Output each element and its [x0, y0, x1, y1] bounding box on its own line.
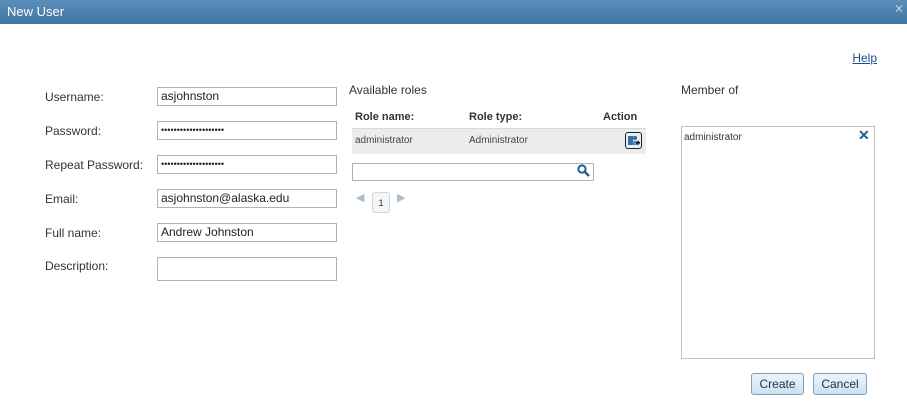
email-label: Email:: [45, 192, 79, 206]
role-name-cell: administrator: [355, 135, 413, 146]
title-bar: New User ⨯: [0, 0, 907, 24]
column-role-type: Role type:: [469, 111, 523, 123]
username-label: Username:: [45, 90, 104, 104]
email-input[interactable]: asjohnston@alaska.edu: [157, 189, 337, 208]
cancel-button[interactable]: Cancel: [813, 373, 867, 395]
column-role-name: Role name:: [355, 111, 415, 123]
close-icon[interactable]: ⨯: [894, 1, 904, 15]
description-label: Description:: [45, 259, 109, 273]
password-input[interactable]: ••••••••••••••••••••: [157, 121, 337, 140]
member-of-list: [681, 126, 875, 359]
add-role-button[interactable]: [625, 132, 642, 149]
role-search-input[interactable]: [352, 163, 594, 181]
list-item: administrator: [684, 132, 742, 143]
repeat-password-input[interactable]: ••••••••••••••••••••: [157, 155, 337, 174]
role-type-cell: Administrator: [469, 135, 528, 146]
available-roles-title: Available roles: [349, 83, 427, 97]
window-title: New User: [7, 4, 65, 19]
column-action: Action: [603, 111, 638, 123]
page-number-button[interactable]: 1: [372, 192, 390, 213]
full-name-label: Full name:: [45, 226, 102, 240]
password-label: Password:: [45, 124, 102, 138]
add-role-icon: [628, 135, 640, 145]
next-page-icon[interactable]: ▶: [397, 191, 405, 204]
help-link[interactable]: Help: [852, 51, 877, 65]
remove-icon[interactable]: ✕: [858, 127, 870, 144]
username-input[interactable]: asjohnston: [157, 87, 337, 106]
description-input[interactable]: [157, 257, 337, 281]
full-name-input[interactable]: Andrew Johnston: [157, 223, 337, 242]
search-icon[interactable]: [577, 164, 590, 180]
member-of-title: Member of: [681, 83, 739, 97]
repeat-password-label: Repeat Password:: [45, 158, 144, 172]
create-button[interactable]: Create: [751, 373, 804, 395]
previous-page-icon[interactable]: ◀: [356, 191, 364, 204]
